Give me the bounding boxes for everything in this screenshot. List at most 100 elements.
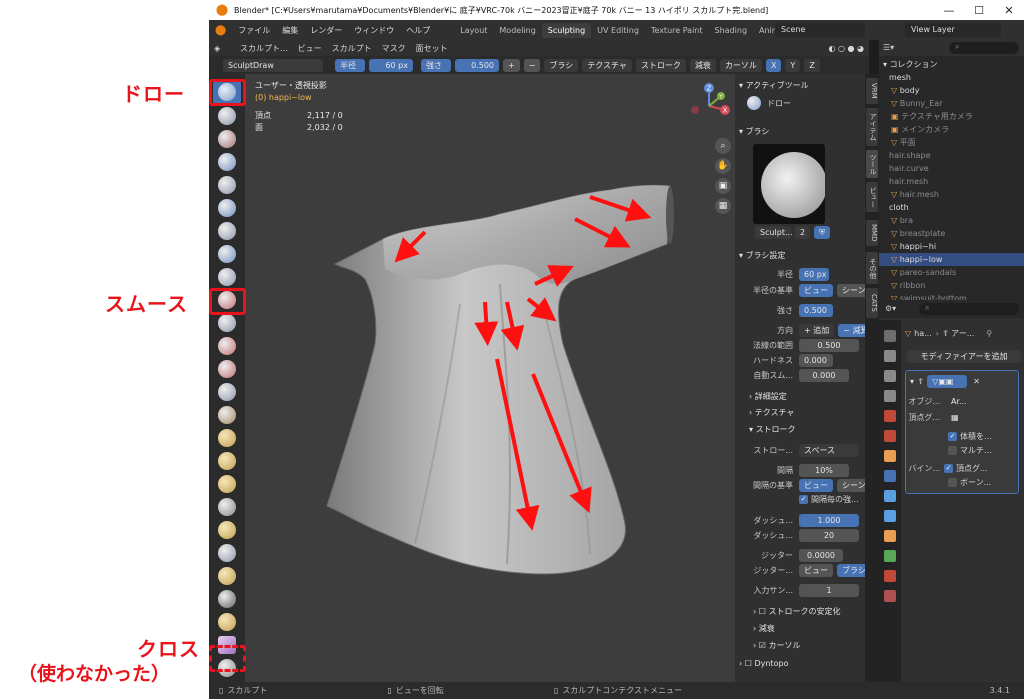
mirror-x-toggle[interactable]: X bbox=[765, 58, 782, 72]
modifier-visibility-toggles[interactable]: ▽▣▣ bbox=[927, 375, 968, 388]
outliner-row[interactable]: ▣ テクスチャ用カメラ bbox=[879, 110, 1024, 123]
jitter-unit-brush-button[interactable]: ブラシ bbox=[837, 564, 865, 577]
flatten-brush-icon[interactable] bbox=[218, 314, 236, 332]
stroke-subpanel[interactable]: ▾ ストローク bbox=[749, 424, 796, 435]
bind-bones-checkbox[interactable] bbox=[948, 478, 957, 487]
bind-vgroups-checkbox[interactable]: ✓ bbox=[944, 464, 953, 473]
grab-brush-icon[interactable] bbox=[218, 429, 236, 447]
tab-misc[interactable]: その他 bbox=[866, 252, 878, 284]
crease-brush-icon[interactable] bbox=[218, 268, 236, 286]
pin-icon[interactable]: ⚲ bbox=[986, 329, 992, 338]
outliner-row[interactable]: mesh bbox=[879, 71, 1024, 84]
advanced-subpanel[interactable]: › 詳細設定 bbox=[749, 391, 787, 402]
tab-sculpting[interactable]: Sculpting bbox=[541, 22, 592, 38]
tab-texture-paint[interactable]: Texture Paint bbox=[645, 23, 709, 38]
menu-sculpt[interactable]: スカルプト bbox=[332, 43, 372, 54]
stabilize-subpanel[interactable]: › ☐ ストロークの安定化 bbox=[753, 606, 840, 617]
tab-mmd[interactable]: MMD bbox=[866, 220, 878, 246]
fill-brush-icon[interactable] bbox=[218, 337, 236, 355]
jitter-unit-view-button[interactable]: ビュー bbox=[799, 564, 833, 577]
input-samples-field[interactable]: 1 bbox=[799, 584, 859, 597]
falloff-menu[interactable]: 減衰 bbox=[689, 58, 716, 72]
texture-menu[interactable]: テクスチャ bbox=[582, 58, 632, 72]
render-tab-icon[interactable] bbox=[884, 350, 896, 362]
outliner-row[interactable]: ▽ breastplate bbox=[879, 227, 1024, 240]
strength-field[interactable]: 0.500 bbox=[455, 58, 499, 72]
zoom-icon[interactable]: ⌕ bbox=[715, 138, 731, 154]
modifier-wrench-icon[interactable] bbox=[884, 470, 896, 482]
rotate-brush-icon[interactable] bbox=[218, 567, 236, 585]
modifier-close-icon[interactable]: ✕ bbox=[973, 377, 980, 386]
auto-smooth-field[interactable]: 0.000 bbox=[799, 369, 849, 382]
scrape-brush-icon[interactable] bbox=[218, 360, 236, 378]
tab-modeling[interactable]: Modeling bbox=[493, 23, 541, 38]
menu-face-sets[interactable]: 面セット bbox=[416, 43, 448, 54]
strength-row-field[interactable]: 0.500 bbox=[799, 304, 833, 317]
outliner-row[interactable]: hair.mesh bbox=[879, 175, 1024, 188]
multi-modifier-checkbox[interactable] bbox=[948, 446, 957, 455]
preserve-volume-checkbox[interactable]: ✓ bbox=[948, 432, 957, 441]
thumb-brush-icon[interactable] bbox=[218, 498, 236, 516]
outliner-row[interactable]: hair.shape bbox=[879, 149, 1024, 162]
cursor-menu[interactable]: カーソル bbox=[719, 58, 762, 72]
tab-tool[interactable]: ツール bbox=[866, 150, 878, 178]
camera-icon[interactable]: ▣ bbox=[715, 178, 731, 194]
tab-uv-editing[interactable]: UV Editing bbox=[591, 23, 645, 38]
outliner-row[interactable]: ▽ pareo-sandals bbox=[879, 266, 1024, 279]
active-tool-header[interactable]: ▾ アクティブツール bbox=[739, 80, 809, 91]
mode-selector[interactable]: スカルプト... bbox=[240, 43, 288, 54]
tab-view[interactable]: ビュー bbox=[866, 182, 878, 212]
view-layer-selector[interactable]: View Layer bbox=[905, 23, 1001, 37]
direction-add-button[interactable]: + 追加 bbox=[799, 324, 835, 337]
radius-unit-view-button[interactable]: ビュー bbox=[799, 284, 833, 297]
menu-edit[interactable]: 編集 bbox=[282, 25, 298, 36]
draw-sharp-brush-icon[interactable] bbox=[218, 107, 236, 125]
radius-row-field[interactable]: 60 px bbox=[799, 268, 829, 281]
subtract-direction-button[interactable]: − bbox=[523, 58, 541, 72]
normal-radius-field[interactable]: 0.500 bbox=[799, 339, 859, 352]
view-layer-tab-icon[interactable] bbox=[884, 390, 896, 402]
brush-slot-name[interactable]: Sculpt... bbox=[755, 226, 793, 239]
brush-header[interactable]: ▾ ブラシ bbox=[739, 126, 769, 137]
spacing-field[interactable]: 10% bbox=[799, 464, 849, 477]
pose-brush-icon[interactable] bbox=[218, 521, 236, 539]
mirror-z-toggle[interactable]: Z bbox=[804, 58, 820, 72]
multiplane-scrape-brush-icon[interactable] bbox=[218, 383, 236, 401]
outliner-row[interactable]: ▽ hair.mesh bbox=[879, 188, 1024, 201]
properties-editor-icon[interactable]: ⚙▾ bbox=[885, 304, 896, 313]
blender-menu-icon[interactable]: ⬤ bbox=[215, 25, 226, 36]
modifier-object-field[interactable]: Ar... bbox=[946, 395, 990, 408]
menu-mask[interactable]: マスク bbox=[382, 43, 406, 54]
inflate-brush-icon[interactable] bbox=[218, 222, 236, 240]
snake-hook-brush-icon[interactable] bbox=[218, 475, 236, 493]
spacing-unit-view-button[interactable]: ビュー bbox=[799, 479, 833, 492]
fake-user-shield-icon[interactable]: ⛨ bbox=[814, 226, 831, 239]
dash-ratio-field[interactable]: 1.000 bbox=[799, 514, 859, 527]
dash-length-field[interactable]: 20 bbox=[799, 529, 859, 542]
scene-selector[interactable]: Scene bbox=[775, 23, 865, 37]
physics-tab-icon[interactable] bbox=[884, 510, 896, 522]
mirror-y-toggle[interactable]: Y bbox=[785, 58, 801, 72]
stroke-menu[interactable]: ストローク bbox=[635, 58, 686, 72]
direction-subtract-button[interactable]: − 減算 bbox=[838, 324, 865, 337]
scene-tab-icon[interactable] bbox=[884, 410, 896, 422]
menu-view[interactable]: ビュー bbox=[298, 43, 322, 54]
outliner-row[interactable]: ▣ メインカメラ bbox=[879, 123, 1024, 136]
world-tab-icon[interactable] bbox=[884, 430, 896, 442]
brush-name-field[interactable]: SculptDraw bbox=[223, 58, 323, 72]
clay-brush-icon[interactable] bbox=[218, 130, 236, 148]
outliner-row[interactable]: ▽ body bbox=[879, 84, 1024, 97]
outliner-row[interactable]: ▽ happi~hi bbox=[879, 240, 1024, 253]
clay-strips-brush-icon[interactable] bbox=[218, 153, 236, 171]
add-modifier-button[interactable]: モディファイアーを追加 bbox=[907, 350, 1021, 363]
close-button[interactable]: ✕ bbox=[994, 4, 1024, 17]
texture-subpanel[interactable]: › テクスチャ bbox=[749, 407, 794, 418]
data-tab-icon[interactable] bbox=[884, 550, 896, 562]
constraints-tab-icon[interactable] bbox=[884, 530, 896, 542]
outliner-row[interactable]: ▽ swimsuit-bottom bbox=[879, 292, 1024, 300]
menu-file[interactable]: ファイル bbox=[238, 25, 270, 36]
blob-brush-icon[interactable] bbox=[218, 245, 236, 263]
navigation-gizmo[interactable]: Z X Y bbox=[685, 80, 735, 130]
output-tab-icon[interactable] bbox=[884, 370, 896, 382]
pinch-brush-icon[interactable] bbox=[218, 406, 236, 424]
